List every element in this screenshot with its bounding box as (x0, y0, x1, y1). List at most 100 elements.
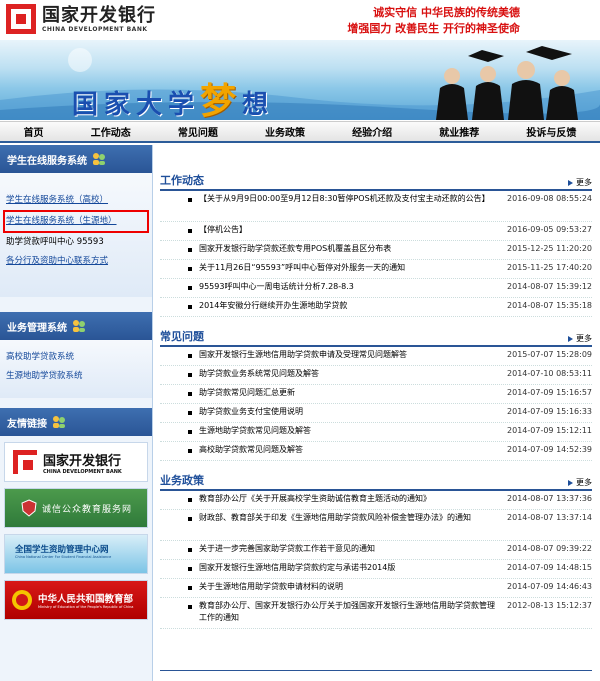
news-date: 2016-09-05 09:53:27 (507, 225, 592, 234)
call-center-text: 助学贷款呼叫中心 95593 (6, 237, 104, 247)
shield-icon (21, 499, 37, 517)
partner-cdb-banner[interactable]: 国家开发银行 CHINA DEVELOPMENT BANK (4, 442, 148, 482)
partner-student-aid-banner[interactable]: 全国学生资助管理中心网 China National Center For St… (4, 534, 148, 574)
banner-title: 国家大学梦想 (72, 80, 275, 122)
news-date: 2014-08-07 15:39:12 (507, 282, 592, 291)
news-row: 国家开发银行生源地信用助学贷款约定与承诺书2014版 2014-07-09 14:… (160, 560, 592, 579)
news-title-link[interactable]: 【关于从9月9日00:00至9月12日8:30暂停POS机还款及支付宝主动还款的… (199, 193, 502, 205)
news-date: 2014-07-09 15:16:57 (507, 388, 592, 397)
news-title-link[interactable]: 教育部办公厅、国家开发银行办公厅关于加强国家开发银行生源地信用助学贷款管理工作的… (199, 600, 502, 624)
bullet-icon (188, 548, 192, 552)
bank-name-cn: 国家开发银行 (42, 4, 156, 26)
slogan-line1: 诚实守信 中华民族的传统美德 (373, 6, 520, 19)
nav-faq[interactable]: 常见问题 (178, 124, 218, 139)
news-date: 2014-07-09 15:12:11 (507, 426, 592, 435)
news-title-link[interactable]: 助学贷款业务系统常见问题及解答 (199, 368, 502, 380)
partner-credit-banner[interactable]: 诚信公众教育服务网 (4, 488, 148, 528)
nav-home[interactable]: 首页 (24, 124, 44, 139)
news-row: 95593呼叫中心一周电话统计分析7.28-8.3 2014-08-07 15:3… (160, 279, 592, 298)
section-title[interactable]: 常见问题 (160, 328, 204, 344)
people-icon (53, 416, 65, 428)
people-icon (93, 153, 105, 165)
page: 国家开发银行 CHINA DEVELOPMENT BANK 诚实守信 中华民族的… (0, 0, 600, 681)
news-title-link[interactable]: 教育部办公厅《关于开展高校学生资助诚信教育主题活动的通知》 (199, 493, 502, 505)
section-title[interactable]: 业务政策 (160, 472, 204, 488)
news-title-link[interactable]: 国家开发银行助学贷款还款专用POS机覆盖县区分布表 (199, 243, 502, 255)
news-title-link[interactable]: 生源地助学贷款常见问题及解答 (199, 425, 502, 437)
bullet-icon (188, 354, 192, 358)
partner-cdb-en: CHINA DEVELOPMENT BANK (43, 468, 122, 475)
news-date: 2014-08-07 15:35:18 (507, 301, 592, 310)
faq-section: 常见问题 更多国家开发银行生源地信用助学贷款申请及受理常见问题解答 2015-07-… (160, 329, 592, 461)
more-link[interactable]: 更多 (568, 177, 592, 188)
arrow-right-icon (568, 479, 573, 486)
policy-section: 业务政策 更多教育部办公厅《关于开展高校学生资助诚信教育主题活动的通知》 2014-… (160, 473, 592, 629)
nav-complaint[interactable]: 投诉与反馈 (526, 124, 576, 139)
bullet-icon (188, 373, 192, 377)
news-row: 关于11月26日“95593”呼叫中心暂停对外服务一天的通知 2015-11-25… (160, 260, 592, 279)
news-row: 助学贷款业务支付宝使用说明 2014-07-09 15:16:33 (160, 404, 592, 423)
college-loan-system-link[interactable]: 高校助学贷款系统 (6, 348, 146, 367)
news-row: 国家开发银行生源地信用助学贷款申请及受理常见问题解答 2015-07-07 15:… (160, 347, 592, 366)
sidebar-links-heading: 友情链接 (0, 408, 152, 436)
partner-credit-name: 诚信公众教育服务网 (41, 504, 132, 515)
news-date: 2014-08-07 09:39:22 (507, 544, 592, 553)
sidebar-student-heading: 学生在线服务系统 (0, 145, 152, 173)
news-title-link[interactable]: 国家开发银行生源地信用助学贷款约定与承诺书2014版 (199, 562, 502, 574)
news-row: 国家开发银行助学贷款还款专用POS机覆盖县区分布表 2015-12-25 11:2… (160, 241, 592, 260)
student-system-college-link[interactable]: 学生在线服务系统（高校） (6, 191, 146, 210)
more-link[interactable]: 更多 (568, 477, 592, 488)
bullet-icon (188, 567, 192, 571)
bullet-icon (188, 248, 192, 252)
sidebar-business-heading: 业务管理系统 (0, 312, 152, 340)
sidebar: 学生在线服务系统 学生在线服务系统（高校） 学生在线服务系统（生源地） 助学贷款… (0, 145, 153, 681)
bank-logo[interactable]: 国家开发银行 CHINA DEVELOPMENT BANK (6, 4, 156, 34)
sidebar-business-links: 高校助学贷款系统 生源地助学贷款系统 (0, 340, 152, 398)
news-title-link[interactable]: 2014年安徽分行继续开办生源地助学贷款 (199, 300, 502, 312)
news-date: 2014-07-09 14:52:39 (507, 445, 592, 454)
section-title[interactable]: 工作动态 (160, 172, 204, 188)
news-date: 2015-07-07 15:28:09 (507, 350, 592, 359)
news-row: 高校助学贷款常见问题及解答 2014-07-09 14:52:39 (160, 442, 592, 461)
news-title-link[interactable]: 95593呼叫中心一周电话统计分析7.28-8.3 (199, 281, 502, 293)
arrow-right-icon (568, 335, 573, 342)
student-system-origin-link[interactable]: 学生在线服务系统（生源地） (6, 212, 146, 231)
news-title-link[interactable]: 助学贷款常见问题汇总更新 (199, 387, 502, 399)
main-content: 工作动态 更多 【关于从9月9日00:00至9月12日8:30暂停POS机还款及支付… (160, 173, 592, 641)
bullet-icon (188, 498, 192, 502)
work-news-section: 工作动态 更多【关于从9月9日00:00至9月12日8:30暂停POS机还款及支付… (160, 173, 592, 317)
slogan-line2: 增强国力 改善民生 开行的神圣使命 (347, 22, 520, 35)
news-title-link[interactable]: 关于11月26日“95593”呼叫中心暂停对外服务一天的通知 (199, 262, 502, 274)
news-title-link[interactable]: 关于生源地信用助学贷款申请材料的说明 (199, 581, 502, 593)
bank-name-en: CHINA DEVELOPMENT BANK (42, 25, 148, 33)
news-title-link[interactable]: 【停机公告】 (199, 224, 502, 236)
bottom-divider (160, 670, 592, 671)
partner-moe-banner[interactable]: 中华人民共和国教育部 Ministry of Education of the … (4, 580, 148, 620)
news-title-link[interactable]: 国家开发银行生源地信用助学贷款申请及受理常见问题解答 (199, 349, 502, 361)
news-row: 财政部、教育部关于印发《生源地信用助学贷款风险补偿金管理办法》的通知 2014-0… (160, 510, 592, 541)
news-date: 2014-07-09 14:46:43 (507, 582, 592, 591)
main-nav: 首页 工作动态 常见问题 业务政策 经验介绍 就业推荐 投诉与反馈 (0, 121, 600, 143)
origin-loan-system-link[interactable]: 生源地助学贷款系统 (6, 367, 146, 386)
news-title-link[interactable]: 财政部、教育部关于印发《生源地信用助学贷款风险补偿金管理办法》的通知 (199, 512, 502, 524)
more-link[interactable]: 更多 (568, 333, 592, 344)
bullet-icon (188, 586, 192, 590)
nav-experience[interactable]: 经验介绍 (352, 124, 392, 139)
news-date: 2015-11-25 17:40:20 (507, 263, 592, 272)
section-header: 常见问题 更多 (160, 329, 592, 347)
news-title-link[interactable]: 助学贷款业务支付宝使用说明 (199, 406, 502, 418)
news-date: 2014-07-09 14:48:15 (507, 563, 592, 572)
bullet-icon (188, 411, 192, 415)
news-title-link[interactable]: 高校助学贷款常见问题及解答 (199, 444, 502, 456)
nav-policy[interactable]: 业务政策 (265, 124, 305, 139)
header: 国家开发银行 CHINA DEVELOPMENT BANK 诚实守信 中华民族的… (0, 0, 600, 40)
bullet-icon (188, 267, 192, 271)
nav-work-news[interactable]: 工作动态 (91, 124, 131, 139)
news-date: 2014-07-10 08:53:11 (507, 369, 592, 378)
news-row: 【关于从9月9日00:00至9月12日8:30暂停POS机还款及支付宝主动还款的… (160, 191, 592, 222)
bullet-icon (188, 430, 192, 434)
branch-contacts-link[interactable]: 各分行及资助中心联系方式 (6, 252, 146, 271)
news-title-link[interactable]: 关于进一步完善国家助学贷款工作若干意见的通知 (199, 543, 502, 555)
nav-jobs[interactable]: 就业推荐 (439, 124, 479, 139)
news-date: 2014-07-09 15:16:33 (507, 407, 592, 416)
